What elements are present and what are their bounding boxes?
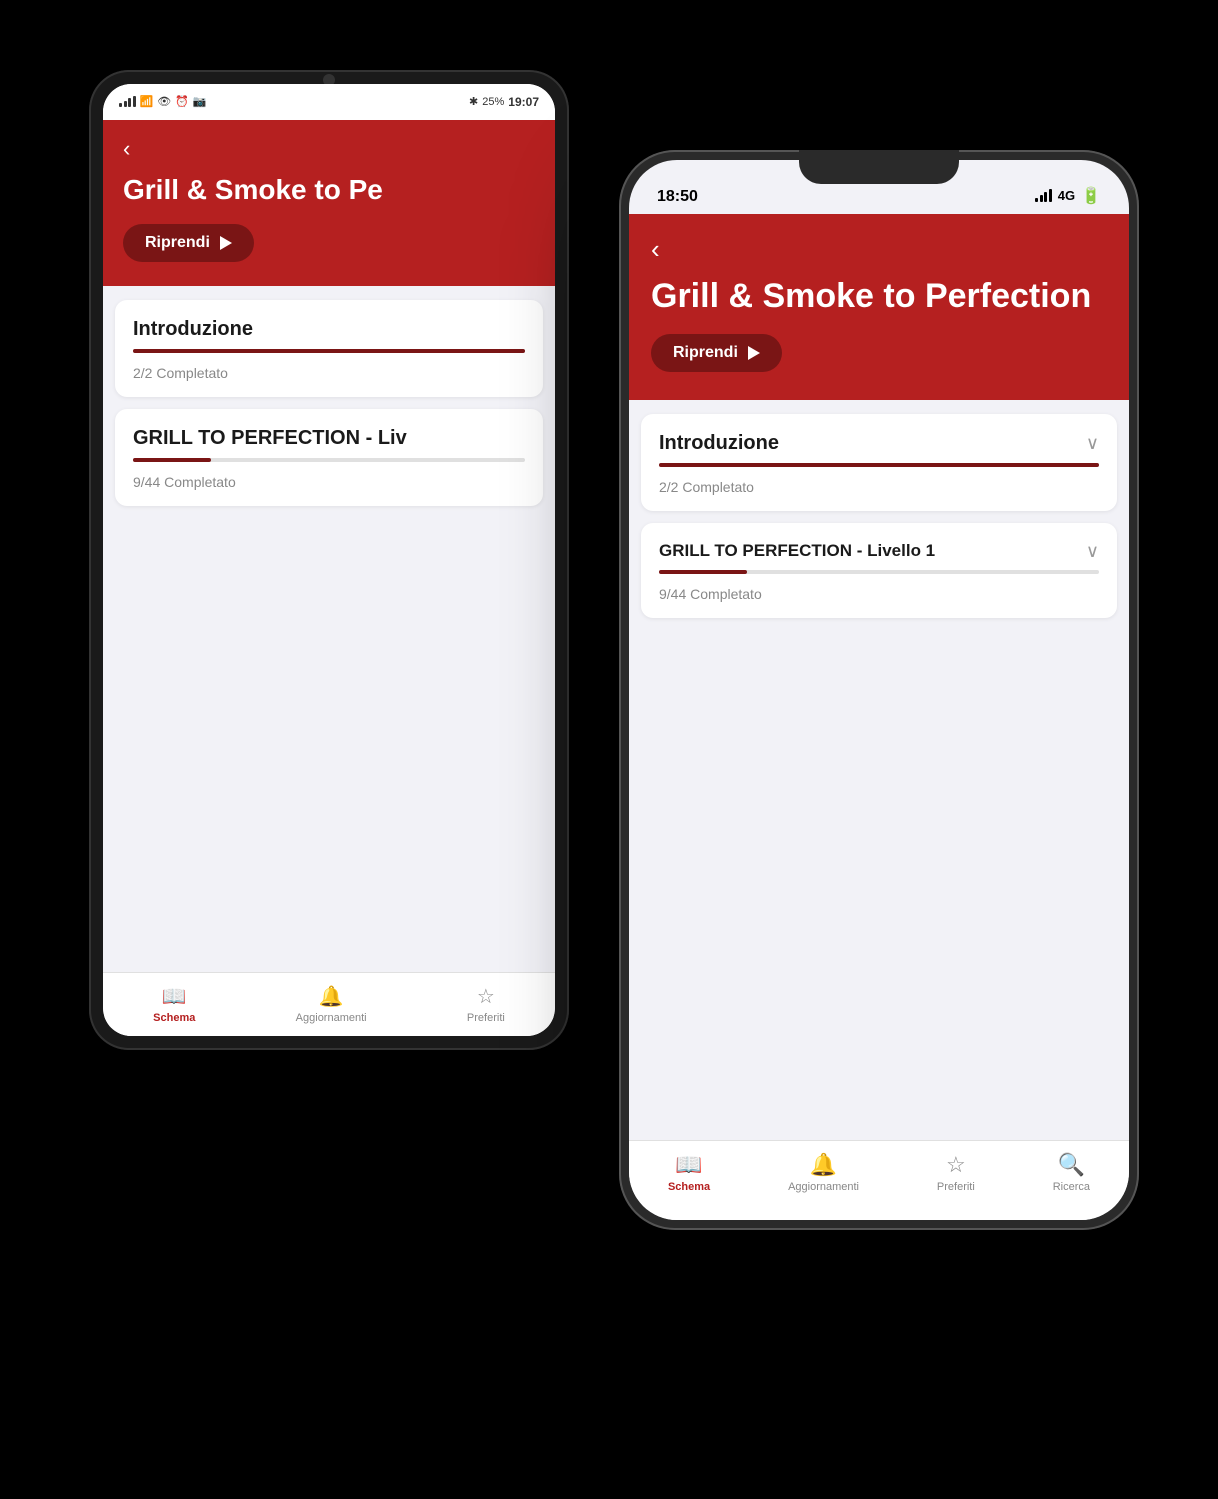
android-tab-preferiti-label: Preferiti [467,1012,505,1024]
android-status-left: 📶 👁 ⏰ 📷 [119,95,207,108]
iphone-section-card-1: Introduzione ∨ 2/2 Completato [641,414,1117,511]
signal-icon [119,96,136,107]
android-section-header-1: Introduzione [133,318,525,341]
iphone-progress-bg-1 [659,463,1099,467]
iphone-completed-2: 9/44 Completato [659,586,1099,602]
iphone-tab-ricerca-label: Ricerca [1053,1181,1090,1193]
camera-icon: 📷 [193,95,207,108]
android-progress-bg-1 [133,349,525,353]
android-content-area: Introduzione 2/2 Completato GRILL TO PER… [103,286,555,972]
android-tab-bar: 📖 Schema 🔔 Aggiornamenti ☆ Preferiti [103,972,555,1036]
android-tab-schema[interactable]: 📖 Schema [141,976,207,1032]
android-tab-schema-label: Schema [153,1012,195,1024]
iphone-tab-schema[interactable]: 📖 Schema [656,1144,722,1201]
iphone-battery-icon: 🔋 [1081,186,1101,206]
iphone-section-card-2: GRILL TO PERFECTION - Livello 1 ∨ 9/44 C… [641,523,1117,618]
android-back-button[interactable]: ‹ [123,136,535,162]
iphone-back-button[interactable]: ‹ [651,234,1107,265]
iphone-section-title-2: GRILL TO PERFECTION - Livello 1 [659,541,935,561]
iphone-play-icon [748,346,760,360]
android-time: 19:07 [508,95,539,109]
iphone-section-title-1: Introduzione [659,432,779,455]
android-section-card-2: GRILL TO PERFECTION - Liv 9/44 Completat… [115,409,543,506]
iphone-time: 18:50 [657,188,698,206]
iphone-content-area: Introduzione ∨ 2/2 Completato GRILL TO P… [629,400,1129,1140]
iphone-header: ‹ Grill & Smoke to Perfection Riprendi [629,214,1129,400]
iphone-resume-button[interactable]: Riprendi [651,334,782,372]
android-status-bar: 📶 👁 ⏰ 📷 ✱ 25% 19:07 [103,84,555,120]
eye-icon: 👁 [157,95,171,108]
android-resume-label: Riprendi [145,234,210,252]
iphone-course-title: Grill & Smoke to Perfection [651,277,1107,316]
android-course-title: Grill & Smoke to Pe [123,174,535,206]
android-section-card-1: Introduzione 2/2 Completato [115,300,543,397]
android-progress-fill-1 [133,349,525,353]
battery-text: 25% [482,96,504,108]
iphone-search-icon: 🔍 [1058,1152,1085,1178]
android-status-right: ✱ 25% 19:07 [469,95,539,109]
android-schema-icon: 📖 [162,984,187,1009]
iphone-progress-bg-2 [659,570,1099,574]
android-section-title-2: GRILL TO PERFECTION - Liv [133,427,407,450]
clock-icon: ⏰ [175,95,189,108]
iphone-schema-icon: 📖 [675,1152,702,1178]
iphone-progress-fill-1 [659,463,1099,467]
android-tab-aggiornamenti-label: Aggiornamenti [296,1012,367,1024]
iphone-notch [799,150,959,184]
iphone-resume-label: Riprendi [673,344,738,362]
iphone-tab-preferiti[interactable]: ☆ Preferiti [925,1144,987,1201]
iphone-progress-fill-2 [659,570,747,574]
android-progress-fill-2 [133,458,211,462]
iphone-status-right: 4G 🔋 [1035,186,1101,206]
iphone-section-header-1[interactable]: Introduzione ∨ [659,432,1099,455]
iphone-chevron-1: ∨ [1086,433,1099,454]
android-tab-aggiornamenti[interactable]: 🔔 Aggiornamenti [284,976,379,1032]
android-header: ‹ Grill & Smoke to Pe Riprendi [103,120,555,286]
android-section-header-2: GRILL TO PERFECTION - Liv [133,427,525,450]
android-star-icon: ☆ [477,984,495,1009]
iphone-tab-preferiti-label: Preferiti [937,1181,975,1193]
iphone-signal-icon [1035,189,1052,202]
iphone-section-header-2[interactable]: GRILL TO PERFECTION - Livello 1 ∨ [659,541,1099,562]
iphone-chevron-2: ∨ [1086,541,1099,562]
android-section-title-1: Introduzione [133,318,253,341]
android-progress-bg-2 [133,458,525,462]
android-phone: 📶 👁 ⏰ 📷 ✱ 25% 19:07 ‹ [89,70,569,1050]
android-play-icon [220,236,232,250]
android-resume-button[interactable]: Riprendi [123,224,254,262]
iphone-tab-bar: 📖 Schema 🔔 Aggiornamenti ☆ Preferiti 🔍 R… [629,1140,1129,1220]
iphone-tab-aggiornamenti-label: Aggiornamenti [788,1181,859,1193]
iphone-tab-ricerca[interactable]: 🔍 Ricerca [1041,1144,1102,1201]
android-bell-icon: 🔔 [319,984,344,1009]
android-completed-1: 2/2 Completato [133,365,525,381]
bluetooth-icon: ✱ [469,95,478,108]
iphone-bell-icon: 🔔 [810,1152,837,1178]
iphone-star-icon: ☆ [946,1152,966,1178]
iphone-tab-schema-label: Schema [668,1181,710,1193]
iphone-network-label: 4G [1058,188,1075,203]
scene: 📶 👁 ⏰ 📷 ✱ 25% 19:07 ‹ [59,50,1159,1450]
android-completed-2: 9/44 Completato [133,474,525,490]
wifi-icon: 📶 [140,95,154,108]
iphone-tab-aggiornamenti[interactable]: 🔔 Aggiornamenti [776,1144,871,1201]
iphone-completed-1: 2/2 Completato [659,479,1099,495]
android-tab-preferiti[interactable]: ☆ Preferiti [455,976,517,1032]
iphone: 18:50 4G 🔋 ‹ Grill [619,150,1139,1230]
